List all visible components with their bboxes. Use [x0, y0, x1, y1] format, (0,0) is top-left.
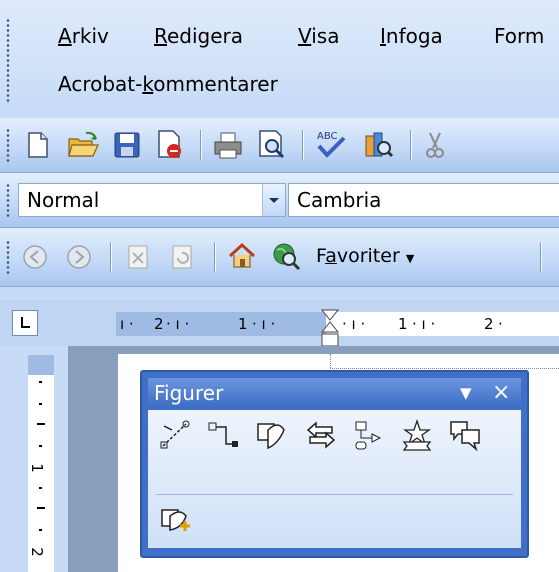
flowchart-icon[interactable]: [352, 418, 386, 452]
ruler-tick-label: 1: [398, 315, 408, 333]
style-combobox[interactable]: Normal: [18, 183, 286, 217]
spelling-check-icon[interactable]: ABC: [314, 128, 348, 160]
open-folder-icon[interactable]: [66, 130, 100, 160]
toolbar-separator: [540, 242, 541, 272]
text-boundary: [330, 354, 332, 368]
ruler-tick-label: 2: [154, 315, 164, 333]
block-arrows-icon[interactable]: [304, 418, 338, 452]
ruler-ticks: · ı ·: [342, 315, 366, 333]
ruler-ticks: ı ·: [120, 315, 134, 333]
svg-text:ABC: ABC: [317, 131, 338, 142]
toolbar-separator: [200, 130, 201, 160]
shapes-floating-toolbar: Figurer ▼ ×: [140, 370, 529, 558]
shape-flowchart-icon[interactable]: [254, 418, 288, 452]
ruler-tick: [39, 403, 42, 405]
style-dropdown-arrow-icon[interactable]: [262, 184, 285, 216]
left-margin-region: [116, 312, 326, 336]
stop-icon[interactable]: [124, 242, 154, 272]
research-icon[interactable]: [362, 128, 394, 160]
home-icon[interactable]: [226, 240, 258, 272]
shapes-toolbar-titlebar[interactable]: Figurer ▼ ×: [148, 378, 521, 408]
refresh-icon[interactable]: [168, 242, 198, 272]
toolbar-separator: [302, 130, 303, 160]
pdf-convert-icon[interactable]: [154, 128, 184, 160]
menu-acrobat-kommentarer[interactable]: Acrobat-kommentarer: [58, 72, 278, 96]
ruler-tick: [39, 487, 42, 489]
ruler-ticks: · ı ·: [166, 315, 190, 333]
standard-toolbar-grip[interactable]: [6, 128, 10, 162]
formatting-toolbar-grip[interactable]: [6, 183, 10, 217]
favorites-dropdown-arrow-icon: ▼: [405, 252, 415, 265]
standard-toolbar: ABC: [0, 118, 559, 173]
menu-arkiv[interactable]: Arkiv: [58, 24, 109, 48]
more-autoshapes-icon[interactable]: [158, 504, 192, 538]
favorites-menu-button[interactable]: Favoriter ▼: [316, 244, 414, 271]
web-toolbar: Favoriter ▼: [0, 228, 559, 287]
top-margin-region: [28, 355, 54, 375]
new-document-icon[interactable]: [22, 130, 52, 160]
ruler-ticks: · ı ·: [412, 315, 436, 333]
web-toolbar-grip[interactable]: [6, 240, 10, 274]
ruler-tick: [37, 423, 45, 425]
menubar-grip[interactable]: [6, 18, 10, 102]
shapes-toolbar-body: [148, 410, 521, 548]
toolbar-row-separator: [156, 494, 513, 495]
save-disk-icon[interactable]: [112, 130, 142, 160]
menu-infoga[interactable]: Infoga: [380, 24, 443, 48]
ruler-tick: [39, 381, 42, 383]
vertical-ruler[interactable]: 1 2: [28, 355, 54, 572]
ruler-tick-label: 2: [27, 547, 46, 557]
tab-selector-icon[interactable]: [12, 310, 38, 336]
connector-elbow-icon[interactable]: [206, 418, 240, 452]
connector-straight-icon[interactable]: [158, 418, 192, 452]
font-combobox[interactable]: Cambria: [288, 183, 559, 217]
ruler-tick: [39, 529, 42, 531]
menu-bar: Arkiv Redigera Visa Infoga Form Acrobat-…: [0, 0, 559, 119]
back-icon[interactable]: [20, 242, 50, 272]
ruler-tick-label: 1: [27, 463, 46, 473]
ruler-ticks: ·: [498, 315, 503, 333]
print-icon[interactable]: [212, 130, 244, 160]
style-value: Normal: [27, 188, 100, 212]
toolbar-options-icon[interactable]: ▼: [460, 378, 472, 408]
close-icon[interactable]: ×: [492, 378, 510, 408]
shapes-toolbar-title: Figurer: [154, 381, 224, 405]
toolbar-separator: [214, 242, 215, 272]
ruler-tick-label: 1: [238, 315, 248, 333]
search-web-icon[interactable]: [270, 240, 302, 272]
ruler-tick-label: 2: [484, 315, 494, 333]
font-value: Cambria: [297, 188, 382, 212]
ruler-tick: [37, 507, 45, 509]
menu-visa[interactable]: Visa: [298, 24, 339, 48]
ruler-tick: [39, 445, 42, 447]
forward-icon[interactable]: [64, 242, 94, 272]
menu-redigera[interactable]: Redigera: [154, 24, 243, 48]
ruler-ticks: · ı ·: [252, 315, 276, 333]
formatting-toolbar: Normal Cambria: [0, 173, 559, 228]
cut-icon[interactable]: [420, 130, 450, 160]
toolbar-separator: [110, 242, 111, 272]
print-preview-icon[interactable]: [256, 128, 288, 160]
toolbar-separator: [410, 130, 411, 160]
menu-format[interactable]: Form: [494, 24, 544, 48]
callouts-icon[interactable]: [448, 418, 482, 452]
stars-banners-icon[interactable]: [400, 418, 434, 452]
